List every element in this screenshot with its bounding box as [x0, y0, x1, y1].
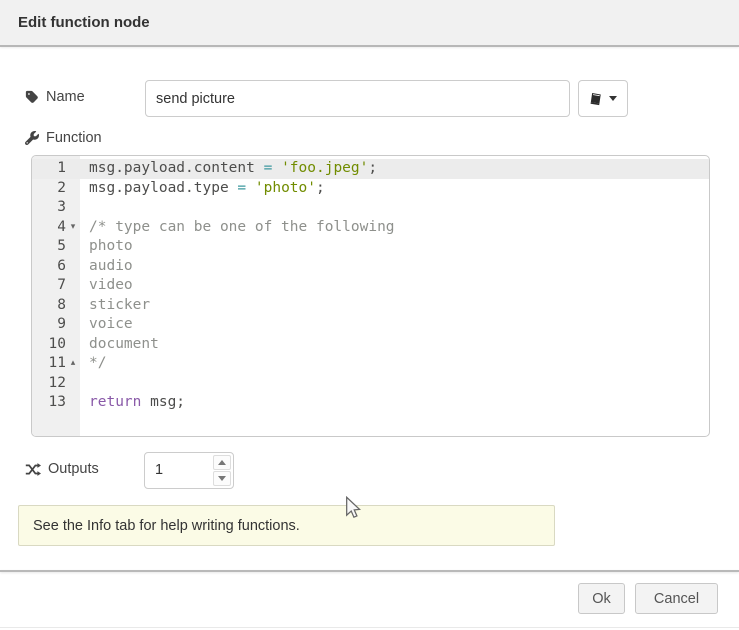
gutter-cell: 5 [32, 237, 80, 257]
fold-slot [66, 198, 80, 218]
name-label-text: Name [46, 89, 85, 105]
outputs-value[interactable]: 1 [145, 453, 211, 488]
code-line[interactable]: 5 photo [32, 237, 709, 257]
editor-content[interactable]: 1 msg.payload.content = 'foo.jpeg'; 2 msg.p… [32, 156, 709, 436]
cancel-button[interactable]: Cancel [635, 583, 718, 614]
footer-divider [0, 570, 739, 572]
code-line[interactable]: 6 audio [32, 257, 709, 277]
code-text[interactable]: document [80, 335, 709, 355]
spinner-up-button[interactable] [213, 455, 231, 470]
code-text[interactable]: video [80, 276, 709, 296]
code-line[interactable]: 13 return msg; [32, 393, 709, 413]
gutter-cell: 10 [32, 335, 80, 355]
gutter-cell: 11▴ [32, 354, 80, 374]
outputs-label: Outputs [25, 461, 99, 477]
code-line[interactable]: 11▴*/ [32, 354, 709, 374]
code-text[interactable] [80, 374, 709, 394]
gutter-cell: 1 [32, 159, 80, 179]
fold-slot [66, 237, 80, 257]
fold-slot [66, 315, 80, 335]
code-text[interactable]: photo [80, 237, 709, 257]
line-number: 11 [32, 354, 66, 374]
fold-slot [66, 276, 80, 296]
code-text[interactable]: /* type can be one of the following [80, 218, 709, 238]
gutter-cell: 4▾ [32, 218, 80, 238]
dialog-header: Edit function node [0, 0, 739, 47]
line-number: 7 [32, 276, 66, 296]
fold-slot [66, 335, 80, 355]
line-number: 6 [32, 257, 66, 277]
fold-up-icon[interactable]: ▴ [66, 354, 80, 374]
gutter-cell: 13 [32, 393, 80, 413]
library-dropdown-button[interactable] [578, 80, 628, 117]
book-icon [589, 92, 603, 106]
name-label: Name [25, 89, 85, 105]
gutter-cell: 2 [32, 179, 80, 199]
code-text[interactable]: return msg; [80, 393, 709, 413]
line-number: 3 [32, 198, 66, 218]
arrow-down-icon [218, 476, 226, 481]
wrench-icon [25, 131, 39, 145]
code-text[interactable]: msg.payload.type = 'photo'; [80, 179, 709, 199]
info-tip-box: See the Info tab for help writing functi… [18, 505, 555, 546]
dialog-bottom-edge [0, 627, 739, 628]
line-number: 10 [32, 335, 66, 355]
code-text[interactable]: audio [80, 257, 709, 277]
outputs-spinner[interactable]: 1 [144, 452, 234, 489]
gutter-cell: 6 [32, 257, 80, 277]
info-tip-text: See the Info tab for help writing functi… [33, 518, 300, 534]
code-line[interactable]: 9 voice [32, 315, 709, 335]
code-text[interactable] [80, 198, 709, 218]
edit-function-node-dialog: Edit function node Name Function 1 msg.pa… [0, 0, 739, 630]
code-text[interactable]: voice [80, 315, 709, 335]
gutter-cell: 9 [32, 315, 80, 335]
gutter-cell: 8 [32, 296, 80, 316]
function-label-text: Function [46, 130, 102, 146]
spinner-buttons [211, 453, 233, 488]
code-line[interactable]: 7 video [32, 276, 709, 296]
gutter-cell: 7 [32, 276, 80, 296]
code-line[interactable]: 1 msg.payload.content = 'foo.jpeg'; [32, 159, 709, 179]
code-line[interactable]: 3 [32, 198, 709, 218]
gutter-cell: 3 [32, 198, 80, 218]
fold-slot [66, 257, 80, 277]
line-number: 13 [32, 393, 66, 413]
line-number: 9 [32, 315, 66, 335]
ok-button[interactable]: Ok [578, 583, 625, 614]
spinner-down-button[interactable] [213, 471, 231, 486]
outputs-label-text: Outputs [48, 461, 99, 477]
code-line[interactable]: 8 sticker [32, 296, 709, 316]
code-line[interactable]: 12 [32, 374, 709, 394]
name-input[interactable] [145, 80, 570, 117]
function-code-editor[interactable]: 1 msg.payload.content = 'foo.jpeg'; 2 msg.p… [31, 155, 710, 437]
fold-slot [66, 374, 80, 394]
code-line[interactable]: 10 document [32, 335, 709, 355]
chevron-down-icon [609, 96, 617, 101]
fold-down-icon[interactable]: ▾ [66, 218, 80, 238]
line-number: 2 [32, 179, 66, 199]
line-number: 8 [32, 296, 66, 316]
shuffle-icon [25, 463, 41, 476]
gutter-cell: 12 [32, 374, 80, 394]
line-number: 12 [32, 374, 66, 394]
line-number: 1 [32, 159, 66, 179]
dialog-title: Edit function node [18, 14, 150, 31]
fold-slot [66, 296, 80, 316]
code-line[interactable]: 4▾/* type can be one of the following [32, 218, 709, 238]
code-text[interactable]: sticker [80, 296, 709, 316]
arrow-up-icon [218, 460, 226, 465]
fold-slot [66, 179, 80, 199]
code-text[interactable]: msg.payload.content = 'foo.jpeg'; [80, 159, 709, 179]
code-line[interactable]: 2 msg.payload.type = 'photo'; [32, 179, 709, 199]
line-number: 5 [32, 237, 66, 257]
line-number: 4 [32, 218, 66, 238]
code-text[interactable]: */ [80, 354, 709, 374]
fold-slot [66, 159, 80, 179]
tag-icon [25, 90, 39, 104]
function-label: Function [25, 130, 102, 146]
fold-slot [66, 393, 80, 413]
